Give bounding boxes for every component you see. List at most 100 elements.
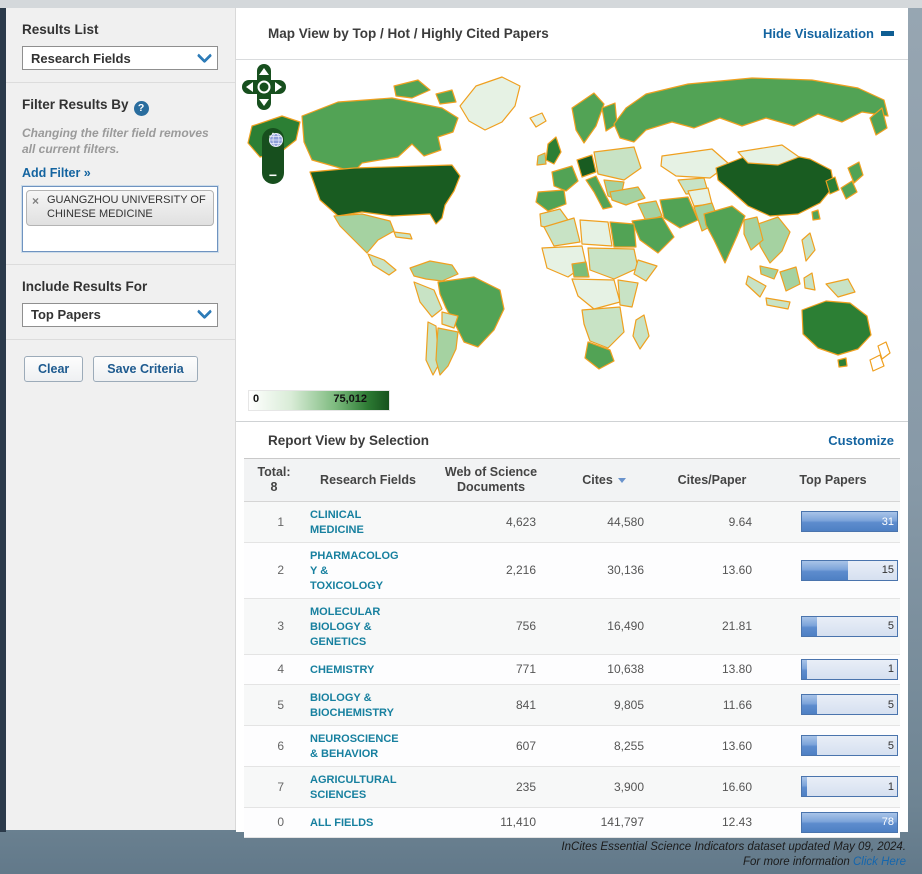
cites-value: 10,638 [607,662,644,677]
add-filter-link[interactable]: Add Filter » [22,166,91,180]
country-canada[interactable] [301,97,459,173]
sort-desc-icon [617,477,626,483]
dropdown-button[interactable] [191,47,217,64]
minus-icon[interactable] [881,30,894,36]
footer-dataset-line: InCites Essential Science Indicators dat… [561,841,906,853]
map-visualization: + − 0 75,012 [236,60,908,422]
table-row: 0 ALL FIELDS 11,410 141,797 12.43 78 [244,807,900,838]
country-tasmania[interactable] [837,357,848,368]
country-iceland[interactable] [529,112,547,128]
country-russia[interactable] [613,77,889,143]
research-field-link[interactable]: ALL FIELDS [310,817,373,829]
cites-per-paper-value: 13.80 [721,662,752,677]
country-philippines[interactable] [801,232,816,262]
save-criteria-button[interactable]: Save Criteria [93,355,198,382]
cites-per-paper-value: 9.64 [728,514,752,529]
country-australia[interactable] [801,300,872,356]
country-sulawesi[interactable] [803,272,816,291]
results-list-label: Results List [22,22,99,37]
table-row: 4 CHEMISTRY 771 10,638 13.80 1 [244,654,900,685]
results-list-dropdown[interactable]: Research Fields [22,46,218,70]
table-row: 5 BIOLOGY & BIOCHEMISTRY 841 9,805 11.66… [244,684,900,726]
country-eastern-europe[interactable] [593,146,642,181]
country-usa[interactable] [309,164,461,225]
country-egypt[interactable] [609,221,637,248]
country-colombia-venezuela[interactable] [409,260,459,282]
col-cites-sort[interactable]: Cites [550,458,658,502]
research-field-link[interactable]: MOLECULAR BIOLOGY & GENETICS [310,606,380,648]
report-header: Report View by Selection Customize [236,422,908,458]
country-ireland[interactable] [536,152,547,166]
dropdown-button[interactable] [191,304,217,320]
hide-visualization-link[interactable]: Hide Visualization [763,26,874,41]
country-cuba[interactable] [393,231,413,240]
country-central-america[interactable] [367,253,397,276]
country-norway-sweden[interactable] [571,92,605,144]
research-field-link[interactable]: PHARMACOLOG Y & TOXICOLOGY [310,550,399,592]
customize-link[interactable]: Customize [828,433,894,448]
country-nigeria[interactable] [571,261,590,278]
sidebar: Results List Research Fields Filter Resu… [6,8,236,830]
chevron-down-icon [196,304,212,320]
country-japan-north[interactable] [847,161,864,184]
country-borneo[interactable] [779,266,801,292]
cites-per-paper-value: 16.60 [721,779,752,794]
filter-tag: × GUANGZHOU UNIVERSITY OF CHINESE MEDICI… [26,189,214,227]
remove-filter-icon[interactable]: × [32,194,39,209]
country-new-guinea[interactable] [825,278,856,298]
country-malaysia[interactable] [759,265,779,280]
country-java[interactable] [765,297,791,310]
country-madagascar[interactable] [632,314,650,350]
report-view-title: Report View by Selection [268,432,430,448]
cites-per-paper-value: 12.43 [721,815,752,830]
country-sumatra[interactable] [745,275,767,298]
country-horn-of-africa[interactable] [633,259,658,282]
country-uk[interactable] [545,136,562,165]
include-results-selected-value: Top Papers [31,307,101,323]
col-cites-label: Cites [582,472,613,487]
map-pan-control[interactable] [242,64,286,110]
globe-icon[interactable] [268,132,284,148]
country-spain[interactable] [535,189,567,212]
top-papers-bar-fill [802,616,818,636]
footer-info-prefix: For more information [743,855,853,868]
top-papers-value: 5 [887,698,894,711]
country-canada-arctic2[interactable] [435,89,457,105]
country-mexico[interactable] [333,213,395,254]
include-results-section: Include Results For Top Papers [6,265,235,340]
row-rank: 1 [277,514,284,529]
research-field-link[interactable]: AGRICULTURAL SCIENCES [310,774,397,801]
clear-button[interactable]: Clear [24,355,84,382]
research-field-link[interactable]: BIOLOGY & BIOCHEMISTRY [310,692,394,719]
top-papers-value: 31 [881,515,894,528]
country-canada-arctic[interactable] [393,79,431,99]
country-saudi-arabia[interactable] [631,216,675,254]
country-east-africa[interactable] [617,279,639,308]
top-papers-bar: 5 [801,615,898,637]
country-greenland[interactable] [459,76,521,131]
country-chad-sudan[interactable] [587,247,639,280]
country-india[interactable] [703,205,746,264]
country-japan-south[interactable] [840,180,858,200]
research-field-link[interactable]: NEUROSCIENCE & BEHAVIOR [310,733,399,760]
world-choropleth-map [247,76,891,376]
country-france[interactable] [551,165,579,192]
footer: InCites Essential Science Indicators dat… [561,840,906,870]
country-argentina[interactable] [435,327,459,376]
zoom-out-button[interactable]: − [269,168,277,182]
click-here-link[interactable]: Click Here [853,856,906,868]
research-field-link[interactable]: CHEMISTRY [310,664,374,676]
country-central-africa[interactable] [571,278,621,310]
country-peru[interactable] [413,281,443,318]
country-taiwan[interactable] [811,209,821,221]
help-icon[interactable]: ? [133,100,149,116]
top-papers-bar-fill [802,659,807,679]
filter-tags-box[interactable]: × GUANGZHOU UNIVERSITY OF CHINESE MEDICI… [21,184,219,253]
row-rank: 7 [277,779,284,794]
map-zoom-control[interactable]: + − [262,128,284,184]
country-libya[interactable] [579,219,613,247]
country-germany[interactable] [576,154,597,178]
include-results-dropdown[interactable]: Top Papers [22,302,218,327]
research-field-link[interactable]: CLINICAL MEDICINE [310,509,364,536]
table-header-row: Total: 8 Research Fields Web of Science … [244,458,900,502]
